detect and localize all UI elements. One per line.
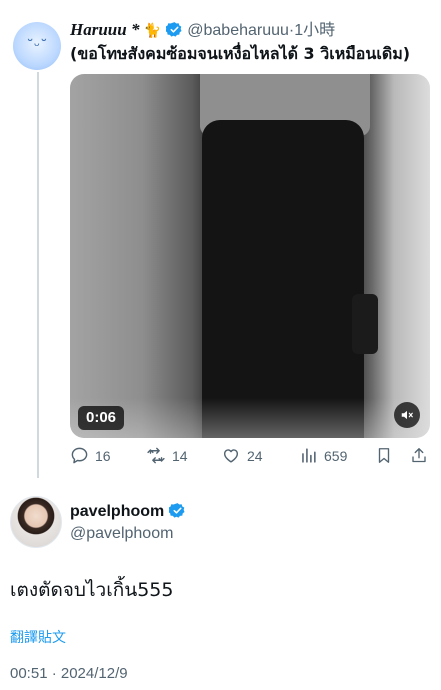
cat-emoji: 🐈: [143, 23, 162, 39]
like-icon: [221, 446, 241, 465]
views-count: 659: [324, 447, 348, 464]
verified-badge-icon: [165, 21, 183, 44]
views-icon: [299, 446, 318, 465]
translate-post-link[interactable]: 翻譯貼文: [10, 629, 66, 647]
reply-to-display-name[interactable]: Haruuu *: [70, 20, 139, 39]
tweet-timestamp[interactable]: 00:51 · 2024/12/9: [10, 665, 128, 683]
author-name-row: pavelphoom: [70, 502, 186, 525]
thread-connector-line: [37, 72, 39, 478]
like-count: 24: [247, 447, 263, 464]
repost-count: 14: [172, 447, 188, 464]
video-duration: 0:06: [78, 406, 125, 430]
video-frame-pants: [202, 120, 364, 438]
reply-to-text: (ขอโทษสังคมซ้อมจนเหงื่อไหลได้ 3 วิเหมือน…: [70, 44, 411, 63]
reply-action[interactable]: 16: [70, 446, 111, 465]
share-button[interactable]: [410, 446, 428, 465]
avatar-face-icon: ˘ᵕ˘: [26, 37, 48, 55]
author-avatar[interactable]: [10, 496, 62, 548]
like-action[interactable]: 24: [221, 446, 263, 465]
reply-to-time[interactable]: ·1小時: [289, 22, 335, 39]
verified-badge-icon: [168, 502, 186, 525]
author-display-name[interactable]: pavelphoom: [70, 503, 164, 520]
reply-to-avatar[interactable]: ˘ᵕ˘: [13, 22, 61, 70]
bookmark-icon: [375, 446, 393, 465]
author-handle[interactable]: @pavelphoom: [70, 524, 173, 544]
tweet-text: เตงตัดจบไวเกิ้น555: [10, 579, 174, 601]
share-icon: [410, 446, 428, 465]
reply-to-handle[interactable]: @babeharuuu: [187, 22, 289, 39]
reply-to-action-bar: 16 14 24 659: [70, 446, 432, 472]
mute-icon[interactable]: [394, 402, 420, 428]
repost-icon: [146, 446, 166, 465]
reply-icon: [70, 446, 89, 465]
video-frame-pocket: [352, 294, 378, 354]
video-player[interactable]: 0:06: [70, 74, 430, 438]
views-action[interactable]: 659: [299, 446, 347, 465]
reply-to-header: Haruuu * 🐈 @babeharuuu·1小時: [70, 20, 433, 44]
bookmark-button[interactable]: [375, 446, 393, 465]
repost-action[interactable]: 14: [146, 446, 188, 465]
reply-count: 16: [95, 447, 111, 464]
